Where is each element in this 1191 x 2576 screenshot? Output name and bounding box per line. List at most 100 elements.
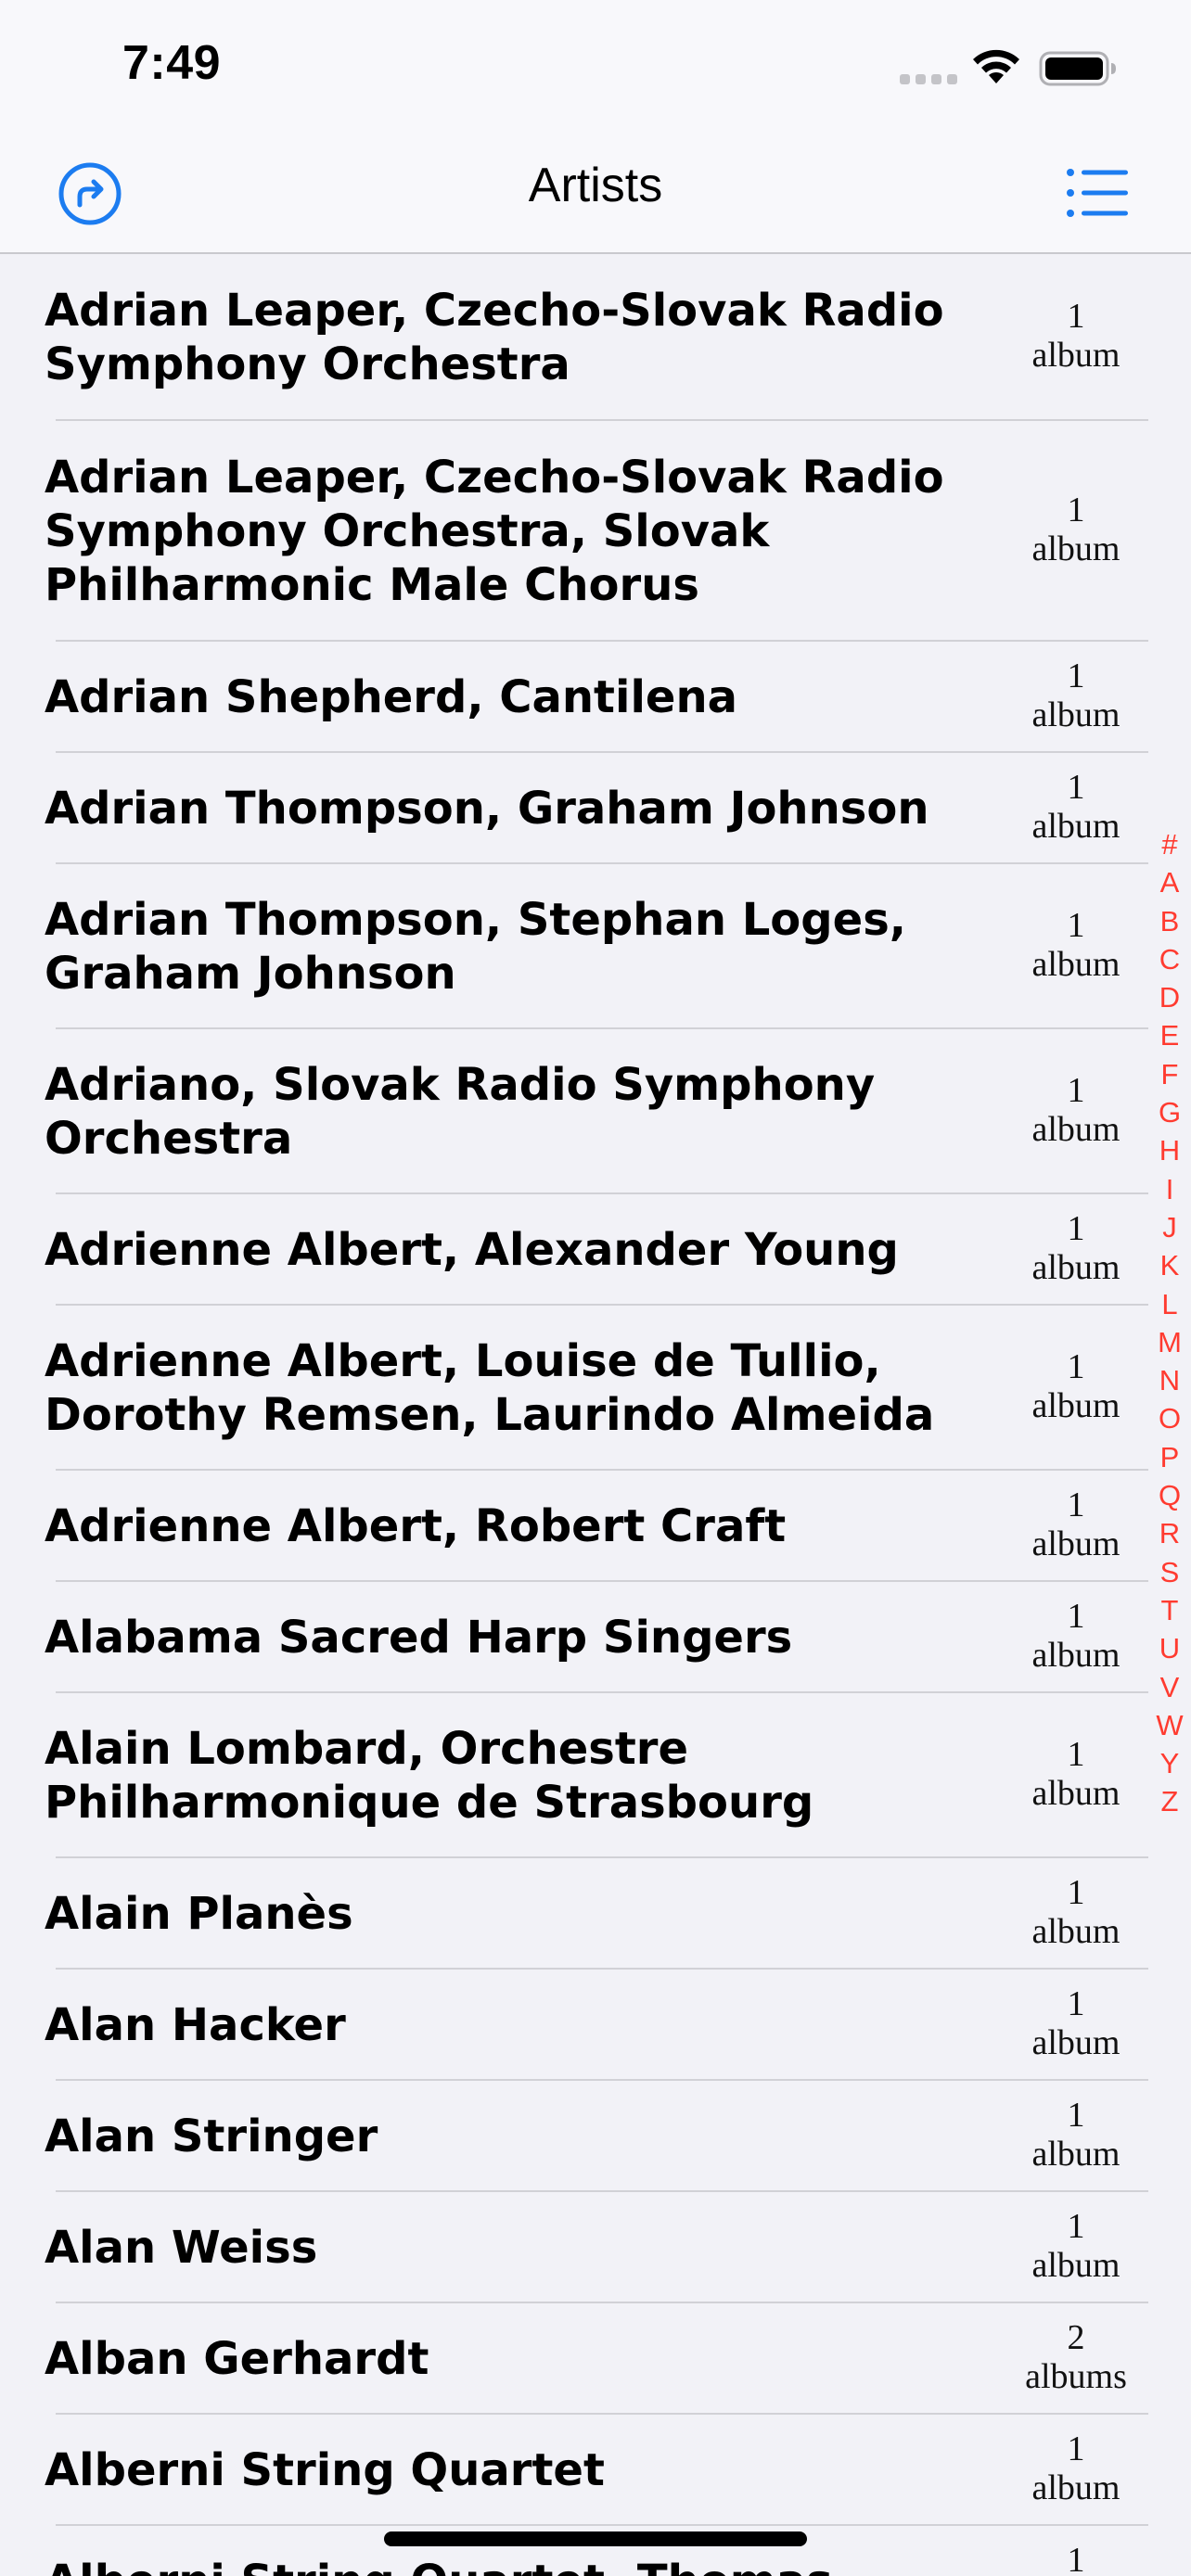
index-letter[interactable]: D	[1156, 978, 1184, 1016]
artist-row[interactable]: Alabama Sacred Harp Singers 1 album	[0, 1582, 1191, 1693]
navigation-bar: Artists	[0, 132, 1191, 254]
artist-name: Adriano, Slovak Radio Symphony Orchestra	[45, 1059, 876, 1165]
album-count-number: 1	[1067, 2541, 1085, 2576]
index-letter[interactable]: M	[1156, 1323, 1184, 1361]
artist-row[interactable]: Adriano, Slovak Radio Symphony Orchestra…	[0, 1029, 1191, 1194]
artist-name: Alberni String Quartet, Thomas Rajna	[45, 2555, 968, 2576]
battery-icon	[1039, 51, 1116, 86]
artist-row[interactable]: Alain Lombard, Orchestre Philharmonique …	[0, 1693, 1191, 1858]
index-letter[interactable]: I	[1156, 1170, 1184, 1208]
index-letter[interactable]: B	[1156, 902, 1184, 940]
index-letter[interactable]: #	[1156, 825, 1184, 863]
album-count-unit: album	[1031, 529, 1121, 568]
album-count-unit: album	[1031, 1110, 1121, 1149]
cellular-signal-icon	[900, 74, 957, 85]
album-count: 1 album	[1002, 1984, 1150, 2062]
album-count-number: 1	[1067, 2207, 1085, 2246]
album-count-unit: album	[1031, 1636, 1121, 1675]
index-letter[interactable]: N	[1156, 1361, 1184, 1399]
album-count-unit: albums	[1025, 2357, 1127, 2396]
artist-name: Alban Gerhardt	[45, 2333, 429, 2385]
index-letter[interactable]: A	[1156, 863, 1184, 901]
artist-name: Adrienne Albert, Alexander Young	[45, 1224, 899, 1276]
status-bar: 7:49	[0, 0, 1191, 132]
artist-row[interactable]: Adrian Shepherd, Cantilena 1 album	[0, 642, 1191, 753]
index-letter[interactable]: G	[1156, 1093, 1184, 1131]
artist-name: Alain Lombard, Orchestre Philharmonique …	[45, 1723, 814, 1829]
index-letter[interactable]: U	[1156, 1629, 1184, 1667]
section-index[interactable]: # A B C D E F G H I J K L M N O P Q R S T U V W Y Z	[1156, 825, 1184, 1821]
album-count-unit: album	[1031, 695, 1121, 734]
album-count: 1 album	[1002, 1873, 1150, 1951]
artist-row[interactable]: Adrian Leaper, Czecho-Slovak Radio Symph…	[0, 421, 1191, 642]
artist-row[interactable]: Adrienne Albert, Louise de Tullio, Dorot…	[0, 1306, 1191, 1471]
album-count-number: 1	[1067, 2429, 1085, 2468]
artist-row[interactable]: Adrian Thompson, Graham Johnson 1 album	[0, 753, 1191, 864]
index-letter[interactable]: F	[1156, 1055, 1184, 1093]
artist-name: Alan Hacker	[45, 1999, 346, 2051]
album-count-number: 1	[1067, 1984, 1085, 2023]
index-letter[interactable]: K	[1156, 1246, 1184, 1284]
album-count: 1 album	[1002, 1071, 1150, 1149]
index-letter[interactable]: Z	[1156, 1782, 1184, 1820]
album-count-unit: album	[1031, 2468, 1121, 2507]
index-letter[interactable]: C	[1156, 940, 1184, 978]
album-count-unit: album	[1031, 945, 1121, 984]
artist-name: Adrian Shepherd, Cantilena	[45, 671, 738, 723]
index-letter[interactable]: R	[1156, 1514, 1184, 1552]
album-count: 1 album	[1002, 768, 1150, 846]
album-count-number: 1	[1067, 1071, 1085, 1110]
album-count-number: 1	[1067, 1735, 1085, 1774]
album-count: 1 album	[1002, 1597, 1150, 1675]
index-letter[interactable]: O	[1156, 1399, 1184, 1437]
artist-row[interactable]: Adrian Thompson, Stephan Loges, Graham J…	[0, 864, 1191, 1029]
artist-row[interactable]: Alberni String Quartet 1 album	[0, 2415, 1191, 2526]
album-count-unit: album	[1031, 2023, 1121, 2062]
artist-name: Adrian Leaper, Czecho-Slovak Radio Symph…	[45, 452, 944, 611]
artist-name: Alberni String Quartet	[45, 2444, 605, 2496]
index-letter[interactable]: T	[1156, 1591, 1184, 1629]
artist-row[interactable]: Alban Gerhardt 2 albums	[0, 2303, 1191, 2415]
album-count: 1 album	[1002, 1347, 1150, 1425]
artist-list: Adrian Leaper, Czecho-Slovak Radio Symph…	[0, 254, 1191, 2576]
artist-name: Alabama Sacred Harp Singers	[45, 1612, 793, 1664]
album-count: 1 album	[1002, 1209, 1150, 1287]
page-title: Artists	[528, 159, 663, 212]
list-icon[interactable]	[1065, 165, 1130, 221]
album-count-number: 1	[1067, 491, 1085, 529]
index-letter[interactable]: S	[1156, 1553, 1184, 1591]
album-count-number: 1	[1067, 768, 1085, 807]
home-indicator[interactable]	[384, 2531, 807, 2546]
album-count-unit: album	[1031, 1248, 1121, 1287]
index-letter[interactable]: P	[1156, 1438, 1184, 1476]
index-letter[interactable]: L	[1156, 1285, 1184, 1323]
album-count-unit: album	[1031, 1524, 1121, 1563]
index-letter[interactable]: Q	[1156, 1476, 1184, 1514]
album-count: 1 album	[1002, 2096, 1150, 2174]
album-count-unit: album	[1031, 2135, 1121, 2174]
album-count-number: 1	[1067, 1347, 1085, 1386]
index-letter[interactable]: Y	[1156, 1744, 1184, 1782]
artist-name: Adrian Thompson, Stephan Loges, Graham J…	[45, 894, 906, 1000]
album-count-unit: album	[1031, 1386, 1121, 1425]
album-count-number: 1	[1067, 1209, 1085, 1248]
album-count-unit: album	[1031, 336, 1121, 375]
artist-row[interactable]: Adrienne Albert, Robert Craft 1 album	[0, 1471, 1191, 1582]
index-letter[interactable]: V	[1156, 1668, 1184, 1706]
album-count: 1 album	[1002, 2429, 1150, 2507]
index-letter[interactable]: J	[1156, 1208, 1184, 1246]
artist-name: Adrienne Albert, Louise de Tullio, Dorot…	[45, 1335, 935, 1441]
artist-row[interactable]: Adrian Leaper, Czecho-Slovak Radio Symph…	[0, 254, 1191, 421]
artist-row[interactable]: Adrienne Albert, Alexander Young 1 album	[0, 1194, 1191, 1306]
index-letter[interactable]: W	[1156, 1706, 1184, 1744]
album-count-number: 1	[1067, 297, 1085, 336]
artist-name: Alan Stringer	[45, 2111, 378, 2162]
album-count-number: 1	[1067, 2096, 1085, 2135]
index-letter[interactable]: H	[1156, 1131, 1184, 1169]
wifi-icon	[973, 49, 1019, 83]
artist-row[interactable]: Alain Planès 1 album	[0, 1858, 1191, 1970]
artist-row[interactable]: Alan Weiss 1 album	[0, 2192, 1191, 2303]
artist-row[interactable]: Alan Stringer 1 album	[0, 2081, 1191, 2192]
index-letter[interactable]: E	[1156, 1016, 1184, 1054]
artist-row[interactable]: Alan Hacker 1 album	[0, 1970, 1191, 2081]
